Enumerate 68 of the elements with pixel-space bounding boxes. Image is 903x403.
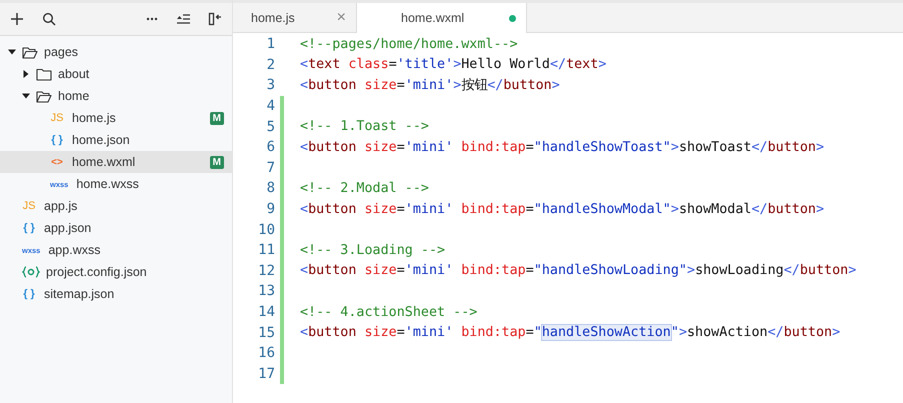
code-line: <button size='mini'>按钮</button> [300,77,560,94]
file-tree-item[interactable]: { } home.json [0,129,232,151]
file-tree-item[interactable]: home [0,85,232,107]
code-line: <!-- 3.Loading --> [300,242,446,258]
more-icon[interactable] [146,17,158,21]
file-tree-item[interactable]: about [0,63,232,85]
file-name: project.config.json [46,265,148,279]
code-line: <!-- 4.actionSheet --> [300,304,478,320]
line-number: 8 [266,180,275,196]
add-icon[interactable] [10,12,24,26]
file-name: app.js [44,199,78,213]
line-number: 13 [257,283,275,300]
modified-badge: M [210,112,224,124]
file-name: home.wxss [76,177,140,191]
code-line: <!--pages/home/home.wxml--> [300,36,518,52]
line-number: 1 [266,36,275,52]
search-icon[interactable] [42,12,56,26]
line-number: 12 [257,262,275,279]
line-number: 3 [266,77,275,94]
line-number: 9 [266,201,275,218]
open-folder-icon [22,46,38,58]
collapse-panel-icon[interactable] [208,12,222,26]
code-line: <!-- 2.Modal --> [300,180,429,196]
file-tree-item[interactable]: <> home.wxml M [0,151,232,173]
file-type-icon: <> [50,156,64,168]
line-number: 5 [266,118,275,135]
code-line: <button size='mini' bind:tap="handleShowToast">showToast</button> [300,140,824,155]
file-type-icon: JS [50,112,64,124]
line-number: 11 [257,242,275,258]
line-number: 17 [257,366,275,382]
file-tree-item[interactable]: { } sitemap.json [0,283,232,305]
line-number: 14 [257,304,275,320]
code-line: <text class='title'>Hello World</text> [300,57,606,72]
file-name: sitemap.json [44,287,116,301]
file-name: pages [44,45,80,59]
code-line: <button size='mini' bind:tap="handleShowAction">showAction</button> [300,325,840,340]
file-tree-item[interactable]: pages [0,41,232,63]
code-line: <button size='mini' bind:tap="handleShowModal">showModal</button> [300,202,824,217]
line-number: 6 [266,139,275,156]
editor-tab[interactable]: home.wxml [357,3,527,33]
folder-icon [36,68,52,80]
line-number: 10 [257,222,275,238]
line-number: 7 [266,160,275,176]
line-number: 16 [257,345,275,362]
file-tree-item[interactable]: project.config.json [0,261,232,283]
file-name: app.wxss [48,243,102,257]
file-name: home.json [72,133,131,147]
file-name: home.wxml [72,155,136,169]
file-name: home.js [72,111,117,125]
file-tree-item[interactable]: { } app.json [0,217,232,239]
file-name: about [58,67,90,81]
line-number: 2 [266,56,275,73]
code-line: <button size='mini' bind:tap="handleShowLoading">showLoading</button> [300,263,856,278]
file-tree-item[interactable]: JS home.js M [0,107,232,129]
line-number: 4 [266,98,275,114]
file-type-icon: JS [22,200,36,212]
file-tree-item[interactable]: JS app.js [0,195,232,217]
line-number: 15 [257,324,275,341]
file-type-icon: { } [22,288,36,300]
file-name: app.json [44,221,92,235]
collapse-list-icon[interactable] [176,13,190,25]
code-line: <!-- 1.Toast --> [300,119,429,134]
open-folder-icon [36,90,52,102]
file-type-icon: { } [22,222,36,234]
config-file-icon [22,266,40,278]
file-name: home [58,89,90,103]
file-type-icon: { } [50,134,64,146]
modified-badge: M [210,156,224,168]
